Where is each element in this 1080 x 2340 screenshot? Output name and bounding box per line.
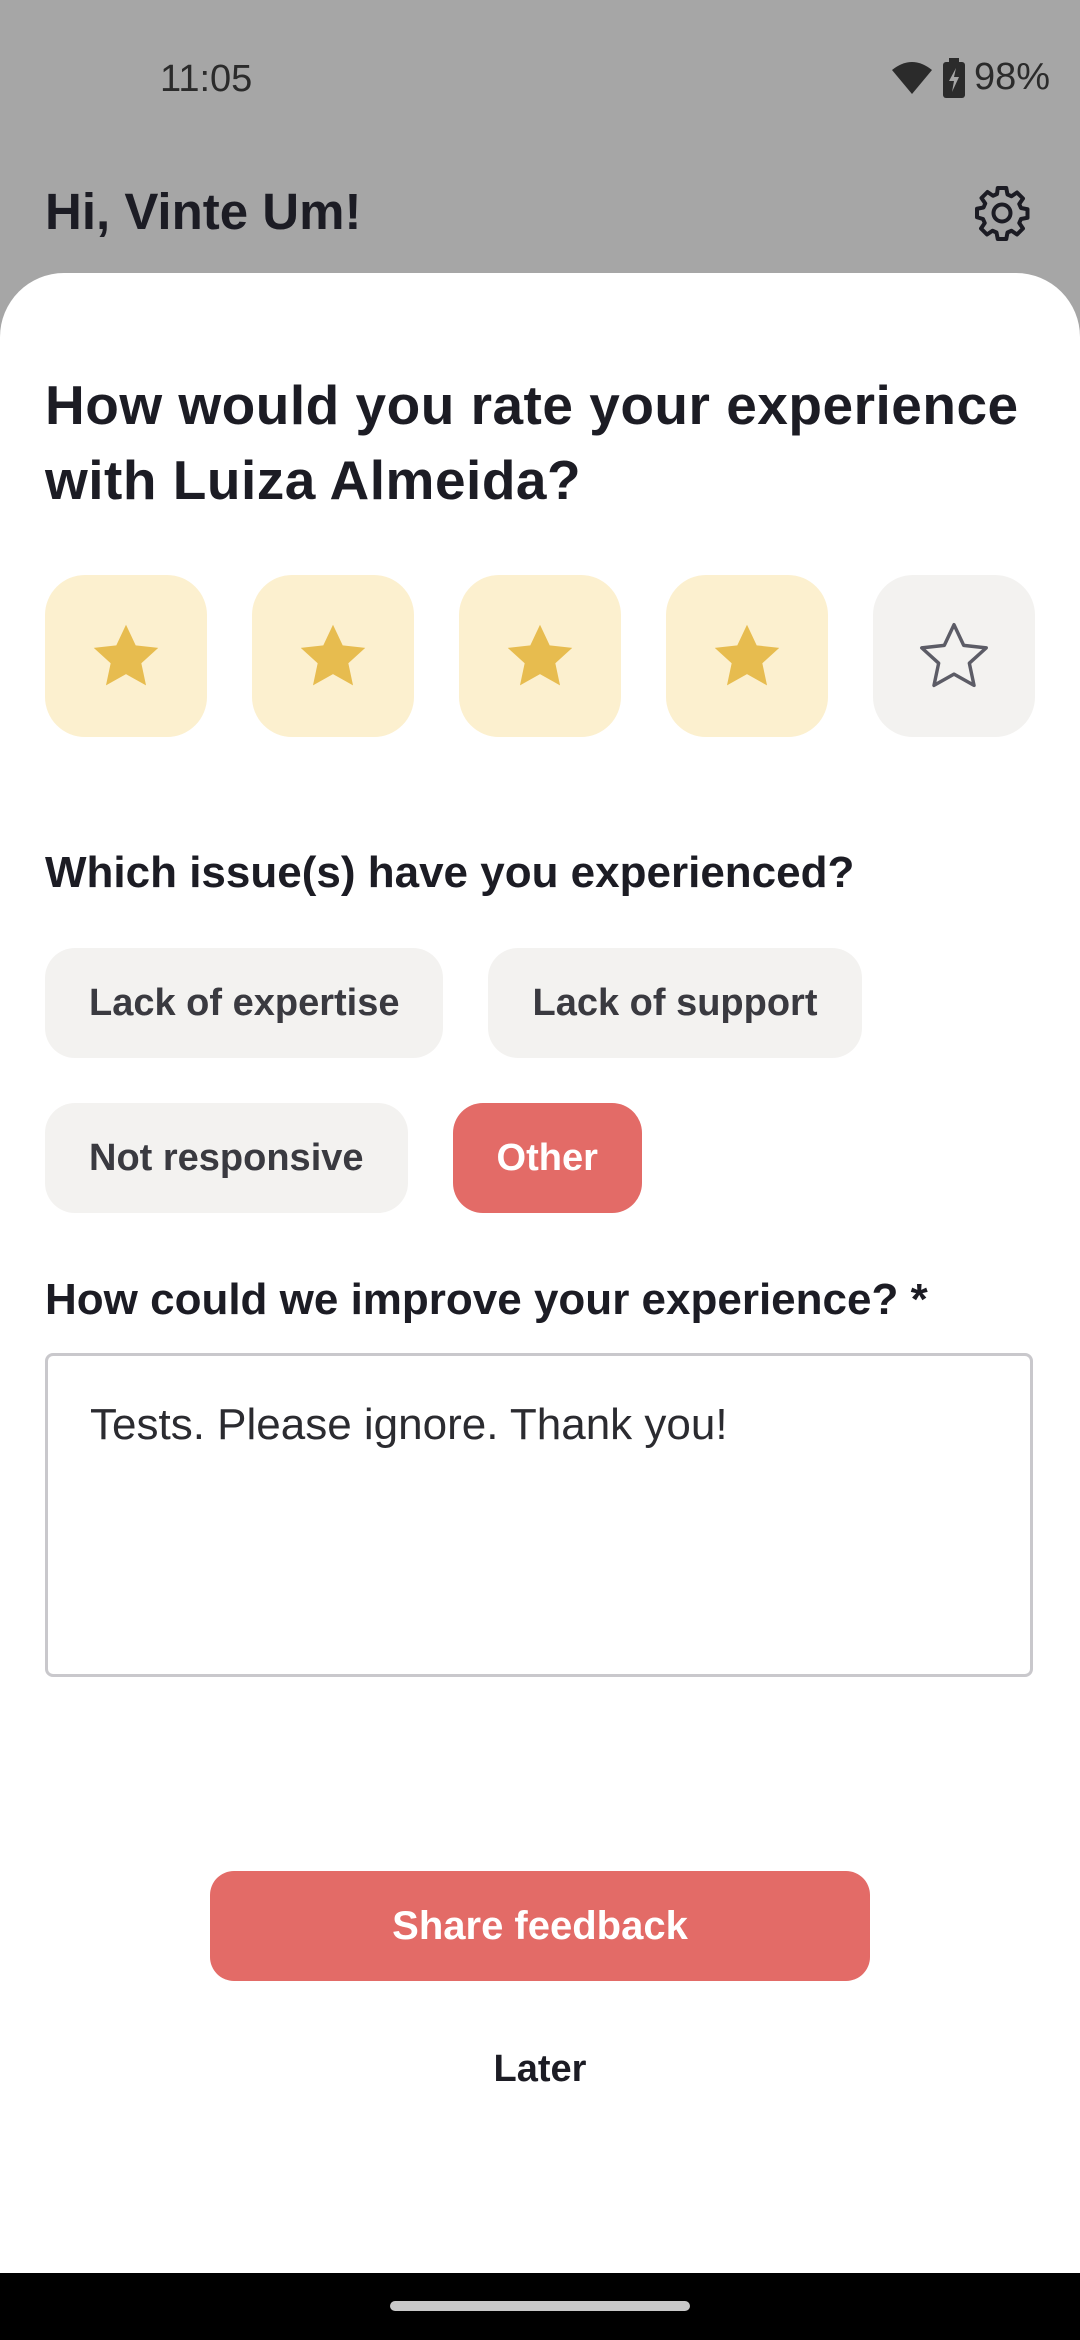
- navigation-bar: [0, 2273, 1080, 2340]
- star-icon: [93, 624, 159, 686]
- status-bar: 11:05 98%: [0, 0, 1080, 165]
- star-button-5[interactable]: [873, 575, 1035, 737]
- battery-percent: 98%: [973, 56, 1050, 98]
- chip-other[interactable]: Other: [452, 1103, 642, 1213]
- status-indicators: 98%: [890, 56, 1050, 99]
- status-time: 11:05: [160, 58, 253, 100]
- wifi-icon: [890, 60, 934, 96]
- share-feedback-button[interactable]: Share feedback: [210, 1871, 870, 1981]
- issues-title: Which issue(s) have you experienced?: [45, 848, 855, 897]
- greeting-title: Hi, Vinte Um!: [45, 183, 362, 240]
- feedback-sheet: How would you rate your experience with …: [0, 273, 1080, 2273]
- chip-lack-of-support[interactable]: Lack of support: [488, 948, 862, 1058]
- rating-question: How would you rate your experience with …: [45, 374, 1019, 511]
- later-button[interactable]: Later: [0, 2048, 1080, 2091]
- star-icon: [507, 624, 573, 686]
- star-icon: [714, 624, 780, 686]
- issue-chips: Lack of expertise Lack of support Not re…: [45, 948, 1045, 1213]
- gear-icon[interactable]: [972, 183, 1032, 243]
- chip-not-responsive[interactable]: Not responsive: [45, 1103, 408, 1213]
- improve-textarea[interactable]: Tests. Please ignore. Thank you!: [45, 1353, 1033, 1677]
- chip-lack-of-expertise[interactable]: Lack of expertise: [45, 948, 444, 1058]
- home-indicator[interactable]: [390, 2301, 690, 2311]
- star-rating: [45, 575, 1035, 737]
- star-button-4[interactable]: [666, 575, 828, 737]
- star-button-1[interactable]: [45, 575, 207, 737]
- star-icon: [300, 624, 366, 686]
- improve-title: How could we improve your experience? *: [45, 1275, 928, 1324]
- battery-icon: [942, 57, 966, 98]
- star-outline-icon: [920, 622, 988, 688]
- star-button-3[interactable]: [459, 575, 621, 737]
- star-button-2[interactable]: [252, 575, 414, 737]
